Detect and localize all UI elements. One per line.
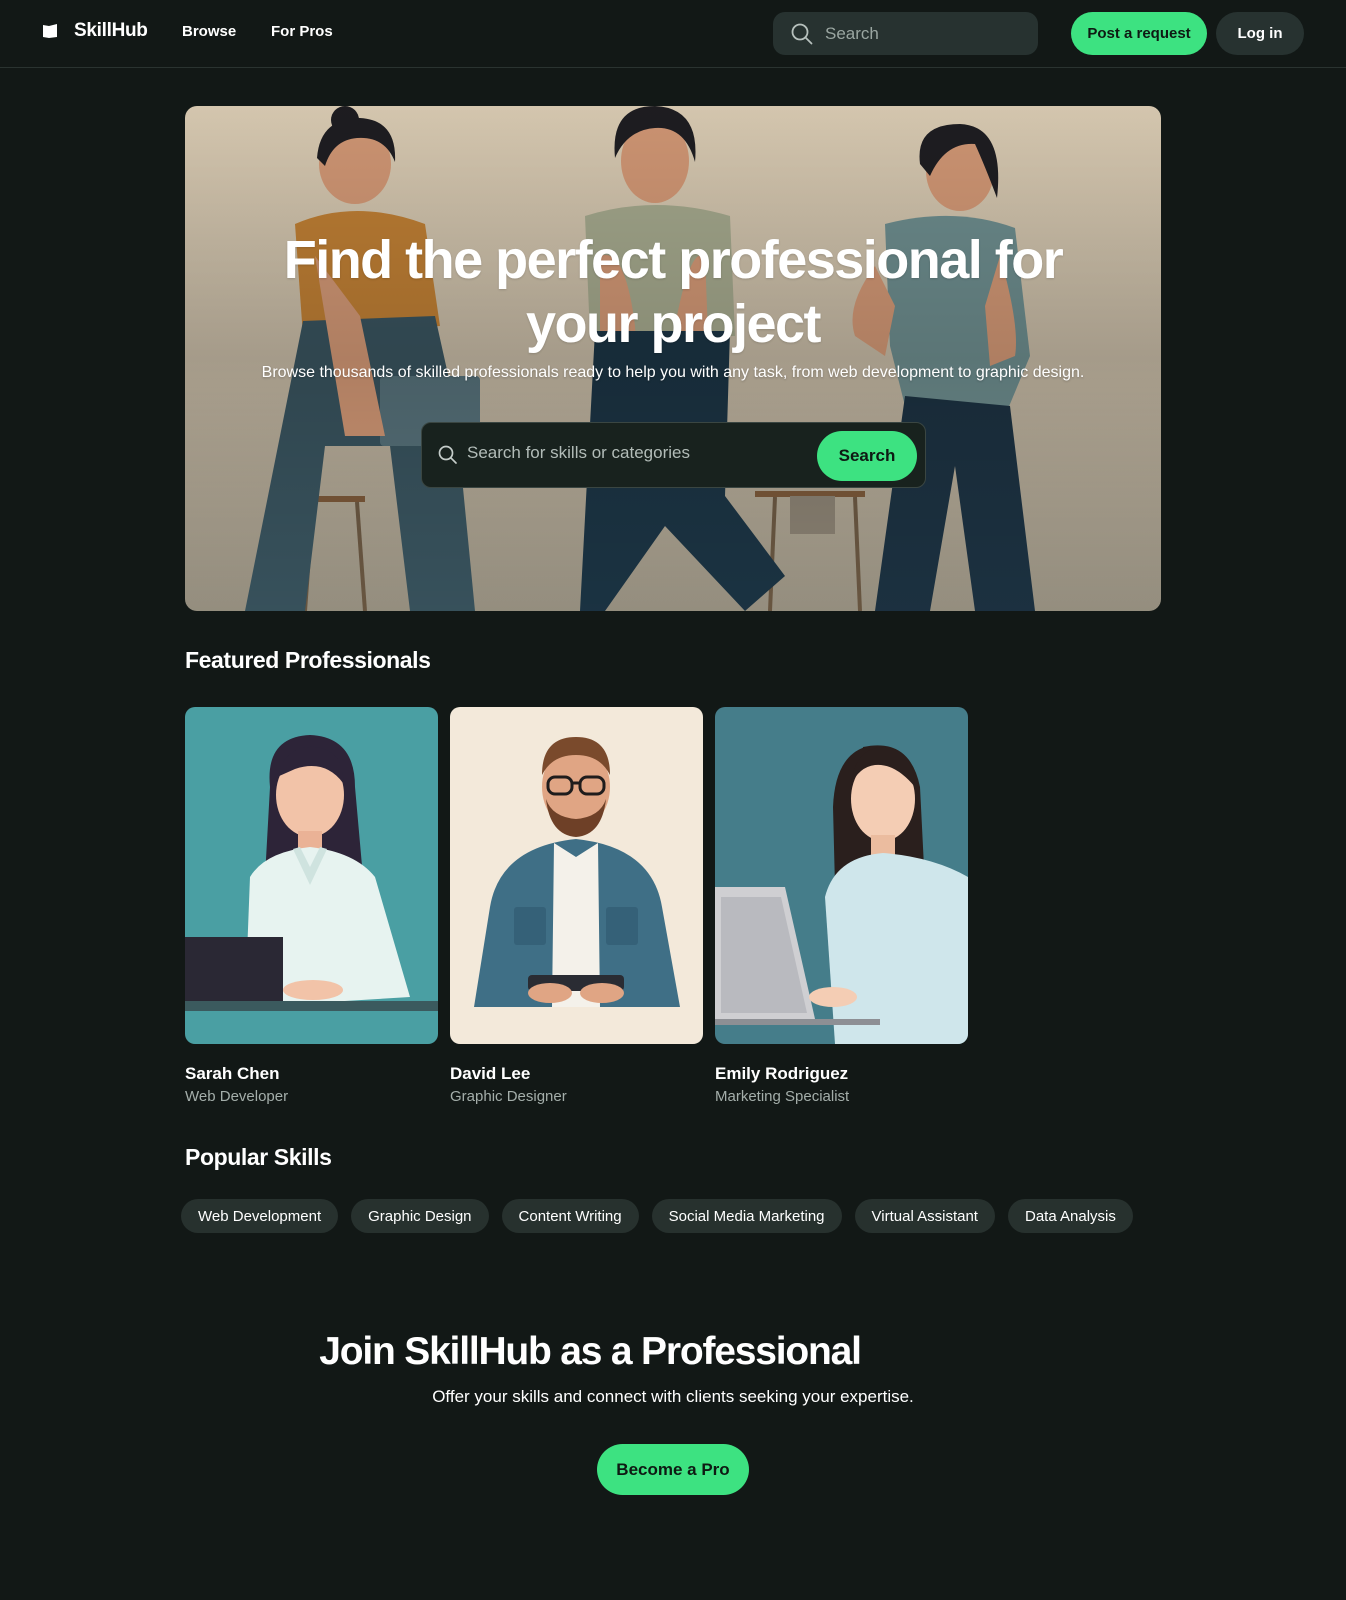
skill-chip-graphic-design[interactable]: Graphic Design [351,1199,489,1233]
search-icon [438,445,457,464]
post-request-button[interactable]: Post a request [1071,12,1207,55]
top-navigation: SkillHub Browse For Pros Post a request … [0,0,1346,68]
join-title: Join SkillHub as a Professional [319,1330,862,1373]
nav-browse-link[interactable]: Browse [182,23,236,40]
hero-title: Find the perfect professional for your p… [283,230,1064,354]
nav-for-pros-link[interactable]: For Pros [271,23,333,40]
header-search-box[interactable] [773,12,1038,55]
skill-chip-virtual-assistant[interactable]: Virtual Assistant [854,1199,995,1233]
hero-subtitle: Browse thousands of skilled professional… [261,364,1085,381]
skills-section-title: Popular Skills [185,1144,332,1170]
hero-illustration [185,106,1161,611]
logo-flag-icon [43,24,57,38]
login-button[interactable]: Log in [1216,12,1304,55]
brand-name: SkillHub [74,20,148,41]
pro-name: David Lee [450,1064,531,1083]
pro-card-sarah-chen[interactable]: Sarah Chen Web Developer [185,707,438,1105]
skill-chip-list: Web Development Graphic Design Content W… [181,1199,1133,1233]
featured-section-title: Featured Professionals [185,647,431,673]
pro-role: Marketing Specialist [715,1088,850,1105]
join-subtitle: Offer your skills and connect with clien… [432,1387,914,1406]
skill-chip-social-media-marketing[interactable]: Social Media Marketing [651,1199,842,1233]
header-search-input[interactable] [825,23,1015,44]
skill-chip-web-development[interactable]: Web Development [181,1199,339,1233]
hero-banner: Find the perfect professional for your p… [185,106,1161,611]
pro-role: Graphic Designer [450,1088,567,1105]
hero-search-input[interactable] [467,443,797,463]
pro-avatar-image [715,707,968,1044]
pro-name: Sarah Chen [185,1064,280,1083]
become-pro-button[interactable]: Become a Pro [597,1444,749,1495]
pro-name: Emily Rodriguez [715,1064,849,1083]
pro-avatar-image [185,707,438,1044]
skill-chip-data-analysis[interactable]: Data Analysis [1007,1199,1133,1233]
pro-role: Web Developer [185,1088,289,1105]
brand-logo[interactable]: SkillHub [42,20,148,42]
pro-avatar-image [450,707,703,1044]
hero-search-bar[interactable]: Search [421,422,926,488]
hero-search-button[interactable]: Search [817,431,917,481]
pro-card-david-lee[interactable]: David Lee Graphic Designer [450,707,703,1105]
pro-card-emily-rodriguez[interactable]: Emily Rodriguez Marketing Specialist [715,707,968,1105]
search-icon [791,23,813,44]
skill-chip-content-writing[interactable]: Content Writing [501,1199,639,1233]
